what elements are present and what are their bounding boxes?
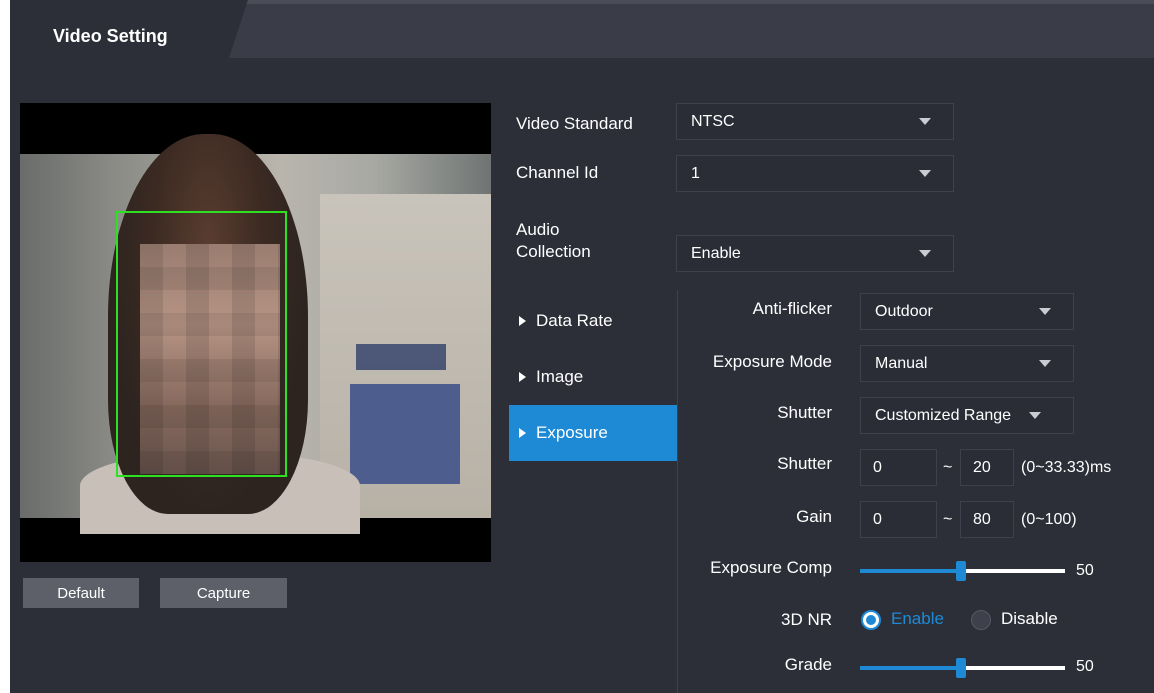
shutter-mode-select[interactable]: Customized Range [860,397,1074,434]
video-setting-page: Video Setting Default Capture Video Stan… [0,0,1154,693]
shutter-range-label: Shutter [777,454,832,473]
face-detection-box [116,211,287,477]
chevron-down-icon [1039,308,1051,315]
shutter-range-separator: ~ [943,459,953,476]
channel-id-select[interactable]: 1 [676,155,954,192]
exposure-comp-value: 50 [1076,562,1094,579]
audio-collection-label: Audio Collection [516,220,591,261]
capture-button[interactable]: Capture [160,578,287,608]
exposure-comp-label: Exposure Comp [710,558,832,577]
anti-flicker-select[interactable]: Outdoor [860,293,1074,330]
slider-fill [860,666,960,670]
chevron-down-icon [919,118,931,125]
nr3d-disable-radio[interactable] [971,610,991,630]
gain-label: Gain [796,507,832,526]
exposure-mode-select[interactable]: Manual [860,345,1074,382]
video-preview [20,103,491,562]
shutter-range-hint: (0~33.33)ms [1021,459,1112,476]
slider-thumb[interactable] [956,561,966,581]
chevron-down-icon [919,250,931,257]
video-standard-label: Video Standard [516,114,633,133]
gain-max-input[interactable]: 80 [960,501,1014,538]
gain-range-separator: ~ [943,511,953,528]
nr3d-enable-label[interactable]: Enable [891,609,944,629]
menu-item-exposure[interactable]: Exposure [509,405,677,461]
chevron-down-icon [919,170,931,177]
channel-id-label: Channel Id [516,163,599,182]
caret-right-icon [519,316,526,326]
gain-range-hint: (0~100) [1021,511,1077,528]
nr3d-enable-radio[interactable] [861,610,881,630]
anti-flicker-label: Anti-flicker [752,299,832,318]
menu-item-image[interactable]: Image [509,349,677,405]
menu-item-data-rate[interactable]: Data Rate [509,293,677,349]
shutter-mode-label: Shutter [777,403,832,422]
chevron-down-icon [1029,412,1041,419]
caret-right-icon [519,428,526,438]
tab-video-setting-label: Video Setting [53,26,168,46]
slider-thumb[interactable] [956,658,966,678]
shutter-max-input[interactable]: 20 [960,449,1014,486]
nr3d-label: 3D NR [780,610,832,629]
chevron-down-icon [1039,360,1051,367]
exposure-mode-label: Exposure Mode [712,352,832,371]
nr3d-disable-label[interactable]: Disable [1001,609,1058,629]
exposure-comp-slider[interactable] [860,561,1065,581]
video-standard-select[interactable]: NTSC [676,103,954,140]
grade-label: Grade [784,655,832,674]
gain-min-input[interactable]: 0 [860,501,937,538]
caret-right-icon [519,372,526,382]
audio-collection-select[interactable]: Enable [676,235,954,272]
slider-fill [860,569,960,573]
shutter-min-input[interactable]: 0 [860,449,937,486]
grade-slider[interactable] [860,658,1065,678]
default-button[interactable]: Default [23,578,139,608]
grade-value: 50 [1076,658,1094,675]
menu-divider [677,290,678,693]
